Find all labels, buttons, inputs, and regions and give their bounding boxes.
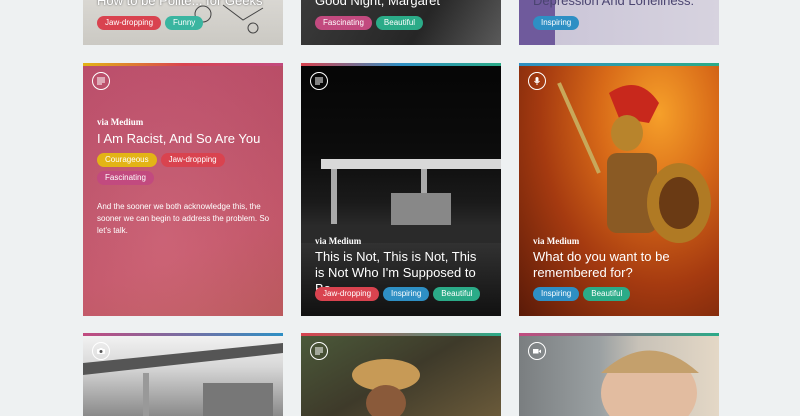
card-bottom-1[interactable] <box>83 333 283 416</box>
tag-jaw-dropping[interactable]: Jaw-dropping <box>97 16 162 30</box>
card-top-strip <box>83 333 283 336</box>
gas-station-photo <box>301 159 501 243</box>
tag-list: Inspiring Beautiful <box>533 287 709 301</box>
tag-beautiful[interactable]: Beautiful <box>375 16 424 30</box>
tag-beautiful[interactable]: Beautiful <box>433 287 481 301</box>
card-title[interactable]: What do you want to be remembered for? <box>533 249 707 281</box>
card-this-is-not[interactable]: via Medium This is Not, This is Not, Thi… <box>301 63 501 316</box>
card-top-1[interactable]: How to be Polite... for Geeks Jaw-droppi… <box>83 0 283 45</box>
video-icon <box>528 342 546 360</box>
card-top-strip <box>301 63 501 66</box>
source-label: via Medium <box>315 236 362 246</box>
tag-jaw-dropping[interactable]: Jaw-dropping <box>315 287 380 301</box>
man-with-straw-hat-photo <box>352 359 420 416</box>
article-icon <box>310 342 328 360</box>
tag-inspiring[interactable]: Inspiring <box>383 287 430 301</box>
architecture-photo <box>83 343 283 416</box>
card-title[interactable]: I Am Racist, And So Are You <box>97 131 271 147</box>
tag-inspiring[interactable]: Inspiring <box>533 16 580 30</box>
source-label: via Medium <box>533 236 580 246</box>
tag-list: Fascinating Beautiful <box>315 16 491 30</box>
camera-icon <box>92 342 110 360</box>
tag-courageous[interactable]: Courageous <box>97 153 157 167</box>
tag-list: Jaw-dropping Inspiring Beautiful <box>315 287 491 301</box>
tag-fascinating[interactable]: Fascinating <box>97 171 154 185</box>
card-overlay <box>83 63 283 316</box>
card-bottom-2[interactable] <box>301 333 501 416</box>
child-portrait-photo <box>601 350 699 416</box>
card-bottom-3[interactable] <box>519 333 719 416</box>
source-label: via Medium <box>97 117 144 127</box>
card-racist[interactable]: via Medium I Am Racist, And So Are You C… <box>83 63 283 316</box>
card-excerpt: And the sooner we both acknowledge this,… <box>97 202 270 235</box>
card-top-2[interactable]: Good Night, Margaret Fascinating Beautif… <box>301 0 501 45</box>
tag-fascinating[interactable]: Fascinating <box>315 16 372 30</box>
tag-funny[interactable]: Funny <box>165 16 204 30</box>
card-top-strip <box>301 333 501 336</box>
tag-list: Inspiring <box>533 16 709 30</box>
card-top-3[interactable]: Depression And Loneliness: Inspiring <box>519 0 719 45</box>
tag-list: Jaw-dropping Funny <box>97 16 273 30</box>
tag-list: Courageous Jaw-dropping Fascinating <box>97 153 273 185</box>
article-icon <box>92 72 110 90</box>
microphone-icon <box>528 72 546 90</box>
tag-jaw-dropping[interactable]: Jaw-dropping <box>160 153 225 167</box>
card-title[interactable]: Depression And Loneliness: <box>533 0 707 9</box>
card-top-strip <box>519 333 719 336</box>
card-title[interactable]: Good Night, Margaret <box>315 0 489 9</box>
article-icon <box>310 72 328 90</box>
card-remembered[interactable]: via Medium What do you want to be rememb… <box>519 63 719 316</box>
card-top-strip <box>83 63 283 66</box>
card-top-strip <box>519 63 719 66</box>
card-title[interactable]: How to be Polite... for Geeks <box>97 0 271 9</box>
tag-beautiful[interactable]: Beautiful <box>583 287 631 301</box>
tag-inspiring[interactable]: Inspiring <box>533 287 580 301</box>
